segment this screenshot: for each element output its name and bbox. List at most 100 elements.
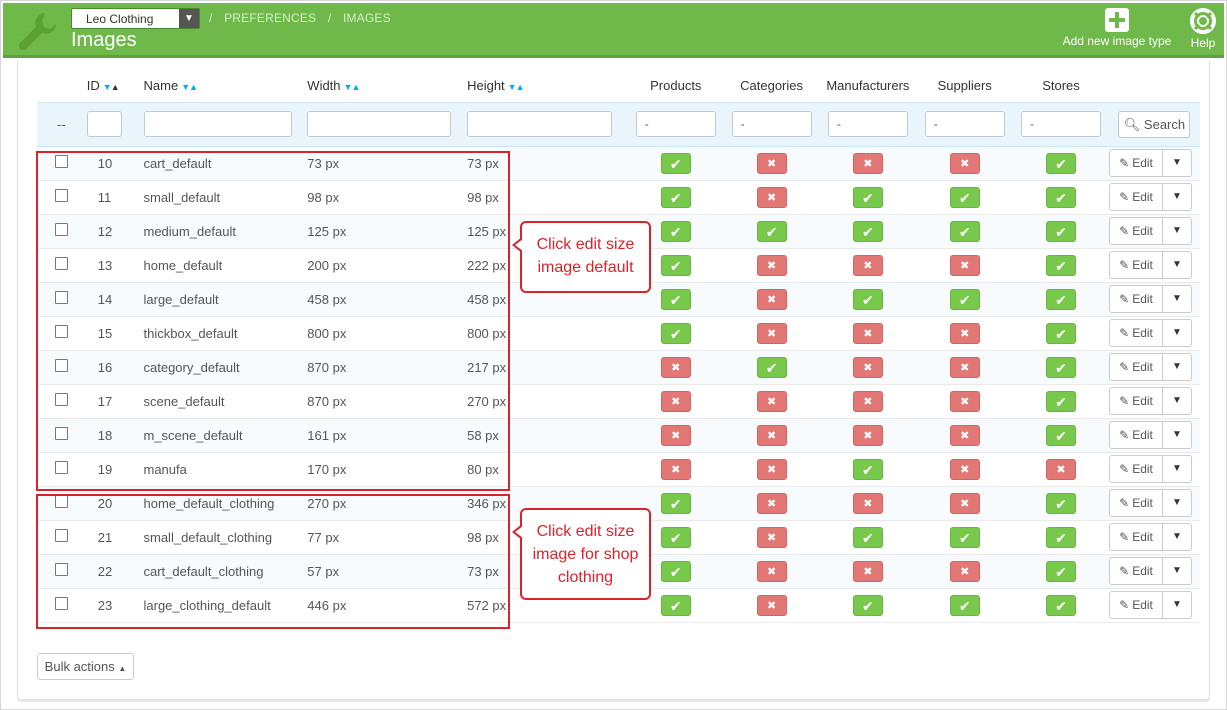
manufacturers-disabled-cross-icon[interactable]: ✖ [852, 492, 883, 514]
suppliers-disabled-cross-icon[interactable]: ✖ [949, 390, 980, 412]
stores-enabled-check-icon[interactable]: ✔ [1046, 220, 1076, 242]
categories-disabled-cross-icon[interactable]: ✖ [756, 152, 787, 174]
products-enabled-check-icon[interactable]: ✔ [660, 152, 691, 174]
manufacturers-enabled-check-icon[interactable]: ✔ [852, 594, 883, 616]
stores-enabled-check-icon[interactable]: ✔ [1046, 594, 1076, 616]
suppliers-enabled-check-icon[interactable]: ✔ [949, 288, 980, 310]
categories-disabled-cross-icon[interactable]: ✖ [756, 424, 787, 446]
products-enabled-check-icon[interactable]: ✔ [660, 560, 691, 582]
row-actions-dropdown-button[interactable]: ▼ [1163, 387, 1192, 415]
shop-select[interactable]: Leo Clothing ▼ [71, 8, 200, 29]
manufacturers-enabled-check-icon[interactable]: ✔ [852, 288, 883, 310]
edit-button[interactable]: ✎ Edit [1109, 455, 1163, 483]
stores-enabled-check-icon[interactable]: ✔ [1046, 492, 1076, 514]
help-button[interactable]: Help [1185, 8, 1221, 50]
sort-arrows-icon[interactable]: ▼▲ [344, 82, 361, 92]
categories-enabled-check-icon[interactable]: ✔ [756, 220, 787, 242]
edit-button[interactable]: ✎ Edit [1109, 183, 1163, 211]
suppliers-disabled-cross-icon[interactable]: ✖ [949, 492, 980, 514]
edit-button[interactable]: ✎ Edit [1109, 387, 1163, 415]
row-actions-dropdown-button[interactable]: ▼ [1163, 319, 1192, 347]
breadcrumb-preferences[interactable]: PREFERENCES [224, 11, 316, 25]
products-disabled-cross-icon[interactable]: ✖ [660, 458, 691, 480]
edit-button[interactable]: ✎ Edit [1109, 353, 1163, 381]
filter-stores-select[interactable]: - [1021, 111, 1101, 137]
suppliers-enabled-check-icon[interactable]: ✔ [949, 594, 980, 616]
products-disabled-cross-icon[interactable]: ✖ [660, 424, 691, 446]
categories-disabled-cross-icon[interactable]: ✖ [756, 560, 787, 582]
categories-disabled-cross-icon[interactable]: ✖ [756, 288, 787, 310]
filter-products-select[interactable]: - [635, 111, 716, 137]
suppliers-disabled-cross-icon[interactable]: ✖ [949, 560, 980, 582]
stores-enabled-check-icon[interactable]: ✔ [1046, 152, 1076, 174]
products-enabled-check-icon[interactable]: ✔ [660, 526, 691, 548]
categories-disabled-cross-icon[interactable]: ✖ [756, 322, 787, 344]
stores-enabled-check-icon[interactable]: ✔ [1046, 288, 1076, 310]
row-actions-dropdown-button[interactable]: ▼ [1163, 183, 1192, 211]
sort-arrows-icon[interactable]: ▼▲ [508, 82, 525, 92]
stores-enabled-check-icon[interactable]: ✔ [1046, 560, 1076, 582]
products-enabled-check-icon[interactable]: ✔ [660, 492, 691, 514]
edit-button[interactable]: ✎ Edit [1109, 217, 1163, 245]
categories-disabled-cross-icon[interactable]: ✖ [756, 186, 787, 208]
row-actions-dropdown-button[interactable]: ▼ [1163, 489, 1192, 517]
suppliers-enabled-check-icon[interactable]: ✔ [949, 186, 980, 208]
stores-enabled-check-icon[interactable]: ✔ [1046, 322, 1076, 344]
suppliers-disabled-cross-icon[interactable]: ✖ [949, 322, 980, 344]
categories-disabled-cross-icon[interactable]: ✖ [756, 458, 787, 480]
manufacturers-enabled-check-icon[interactable]: ✔ [852, 220, 883, 242]
manufacturers-disabled-cross-icon[interactable]: ✖ [852, 356, 883, 378]
filter-width-input[interactable] [307, 111, 452, 137]
suppliers-disabled-cross-icon[interactable]: ✖ [949, 152, 980, 174]
stores-enabled-check-icon[interactable]: ✔ [1046, 424, 1076, 446]
categories-disabled-cross-icon[interactable]: ✖ [756, 594, 787, 616]
edit-button[interactable]: ✎ Edit [1109, 285, 1163, 313]
products-disabled-cross-icon[interactable]: ✖ [660, 390, 691, 412]
edit-button[interactable]: ✎ Edit [1109, 523, 1163, 551]
edit-button[interactable]: ✎ Edit [1109, 591, 1163, 619]
suppliers-enabled-check-icon[interactable]: ✔ [949, 526, 980, 548]
bulk-actions-button[interactable]: Bulk actions ▲ [37, 653, 134, 680]
row-actions-dropdown-button[interactable]: ▼ [1163, 149, 1192, 177]
categories-disabled-cross-icon[interactable]: ✖ [756, 492, 787, 514]
manufacturers-disabled-cross-icon[interactable]: ✖ [852, 560, 883, 582]
sort-arrows-icon[interactable]: ▼▲ [103, 82, 120, 92]
filter-categories-select[interactable]: - [731, 111, 812, 137]
edit-button[interactable]: ✎ Edit [1109, 489, 1163, 517]
suppliers-disabled-cross-icon[interactable]: ✖ [949, 254, 980, 276]
search-button[interactable]: 🔍︎ Search [1118, 110, 1191, 138]
filter-id-input[interactable] [86, 111, 122, 137]
header-height[interactable]: Height ▼▲ [467, 70, 628, 102]
categories-enabled-check-icon[interactable]: ✔ [756, 356, 787, 378]
suppliers-disabled-cross-icon[interactable]: ✖ [949, 458, 980, 480]
manufacturers-enabled-check-icon[interactable]: ✔ [852, 458, 883, 480]
header-name[interactable]: Name ▼▲ [144, 70, 308, 102]
manufacturers-disabled-cross-icon[interactable]: ✖ [852, 390, 883, 412]
categories-disabled-cross-icon[interactable]: ✖ [756, 526, 787, 548]
edit-button[interactable]: ✎ Edit [1109, 421, 1163, 449]
manufacturers-enabled-check-icon[interactable]: ✔ [852, 526, 883, 548]
filter-suppliers-select[interactable]: - [924, 111, 1005, 137]
suppliers-enabled-check-icon[interactable]: ✔ [949, 220, 980, 242]
sort-arrows-icon[interactable]: ▼▲ [181, 82, 198, 92]
manufacturers-disabled-cross-icon[interactable]: ✖ [852, 254, 883, 276]
row-actions-dropdown-button[interactable]: ▼ [1163, 455, 1192, 483]
suppliers-disabled-cross-icon[interactable]: ✖ [949, 424, 980, 446]
products-enabled-check-icon[interactable]: ✔ [660, 594, 691, 616]
suppliers-disabled-cross-icon[interactable]: ✖ [949, 356, 980, 378]
categories-disabled-cross-icon[interactable]: ✖ [756, 254, 787, 276]
stores-enabled-check-icon[interactable]: ✔ [1046, 186, 1076, 208]
products-enabled-check-icon[interactable]: ✔ [660, 322, 691, 344]
row-actions-dropdown-button[interactable]: ▼ [1163, 557, 1192, 585]
header-id[interactable]: ID ▼▲ [87, 70, 144, 102]
products-enabled-check-icon[interactable]: ✔ [660, 288, 691, 310]
products-enabled-check-icon[interactable]: ✔ [660, 254, 691, 276]
row-actions-dropdown-button[interactable]: ▼ [1163, 353, 1192, 381]
stores-enabled-check-icon[interactable]: ✔ [1046, 390, 1076, 412]
row-actions-dropdown-button[interactable]: ▼ [1163, 251, 1192, 279]
edit-button[interactable]: ✎ Edit [1109, 557, 1163, 585]
filter-name-input[interactable] [143, 111, 292, 137]
edit-button[interactable]: ✎ Edit [1109, 319, 1163, 347]
header-width[interactable]: Width ▼▲ [307, 70, 467, 102]
row-actions-dropdown-button[interactable]: ▼ [1163, 285, 1192, 313]
